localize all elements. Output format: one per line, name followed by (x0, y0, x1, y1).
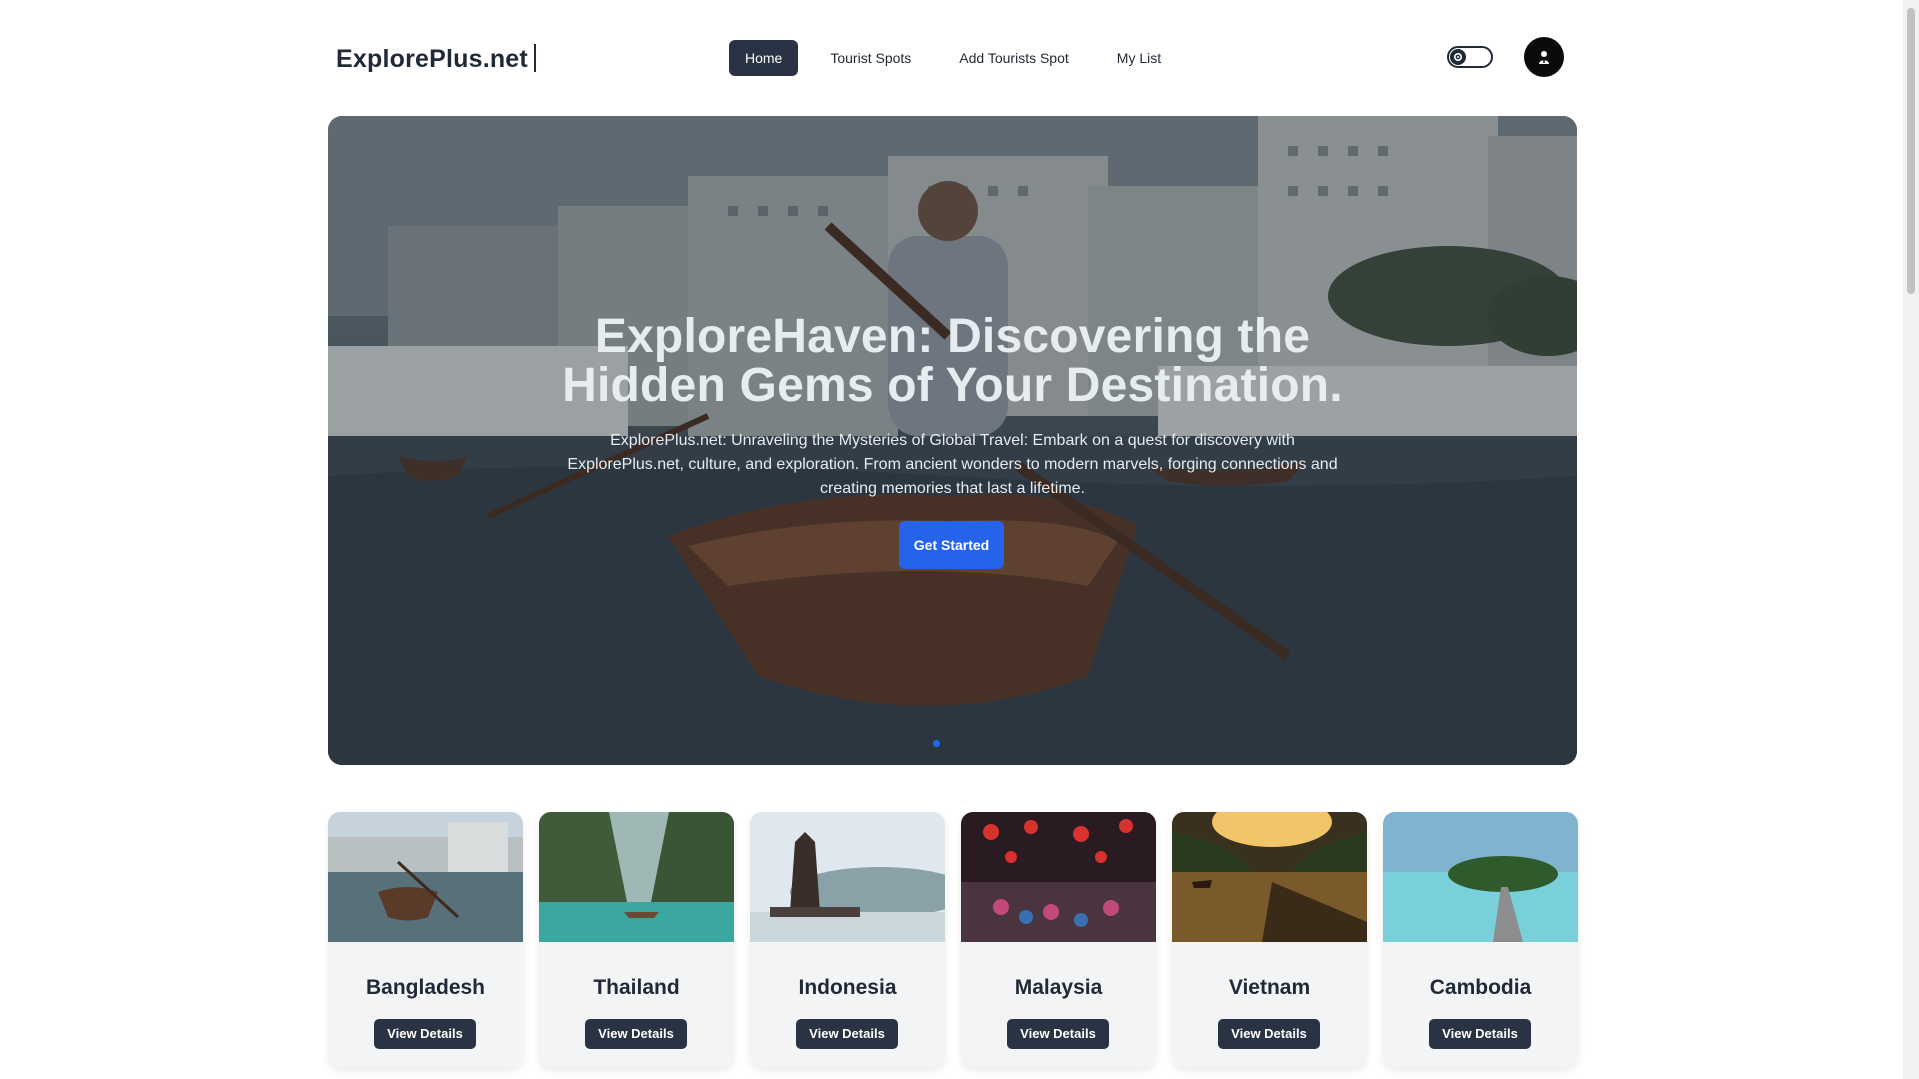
country-card-indonesia: Indonesia View Details (750, 812, 945, 1067)
country-image-cambodia (1383, 812, 1578, 942)
country-image-indonesia (750, 812, 945, 942)
country-name: Malaysia (1014, 976, 1103, 999)
user-avatar[interactable] (1524, 37, 1564, 77)
get-started-button[interactable]: Get Started (899, 521, 1004, 569)
country-card-bangladesh: Bangladesh View Details (328, 812, 523, 1067)
scrollbar-thumb[interactable] (1907, 8, 1915, 294)
country-image-malaysia (961, 812, 1156, 942)
view-details-button[interactable]: View Details (1218, 1019, 1320, 1049)
country-cards: Bangladesh View Details Thailand View De… (328, 812, 1578, 1067)
view-details-button[interactable]: View Details (1429, 1019, 1531, 1049)
country-name: Vietnam (1228, 976, 1311, 999)
nav-item-add-tourists-spot[interactable]: Add Tourists Spot (943, 40, 1084, 76)
country-name: Bangladesh (365, 976, 486, 999)
nav-item-home[interactable]: Home (729, 40, 799, 76)
country-name: Thailand (593, 976, 680, 999)
hero-title-line-1: ExploreHaven: Discovering the (594, 310, 1311, 363)
user-icon (1539, 51, 1549, 64)
brand-name: ExplorePlus.net (336, 45, 528, 73)
country-image-thailand (539, 812, 734, 942)
country-card-vietnam: Vietnam View Details (1172, 812, 1367, 1067)
brand-caret (533, 44, 536, 72)
carousel-indicator[interactable] (933, 740, 940, 747)
brand-logo[interactable]: ExplorePlus.net (336, 44, 536, 74)
gear-icon (1450, 49, 1466, 65)
nav-item-my-list[interactable]: My List (1101, 40, 1177, 76)
view-details-button[interactable]: View Details (796, 1019, 898, 1049)
country-card-cambodia: Cambodia View Details (1383, 812, 1578, 1067)
view-details-button[interactable]: View Details (374, 1019, 476, 1049)
country-image-bangladesh (328, 812, 523, 942)
navbar: ExplorePlus.net Home Tourist Spots Add T… (328, 32, 1577, 84)
hero-description: ExplorePlus.net: Unraveling the Mysterie… (567, 432, 1338, 497)
country-card-thailand: Thailand View Details (539, 812, 734, 1067)
nav-item-tourist-spots[interactable]: Tourist Spots (814, 40, 927, 76)
page: ExplorePlus.net Home Tourist Spots Add T… (0, 0, 1919, 1079)
main-nav: Home Tourist Spots Add Tourists Spot My … (729, 40, 1193, 76)
hero-banner: ExploreHaven: Discovering the Hidden Gem… (328, 116, 1577, 765)
page-scrollbar[interactable] (1903, 0, 1919, 1079)
hero-title-line-2: Hidden Gems of Your Destination. (562, 359, 1343, 412)
view-details-button[interactable]: View Details (585, 1019, 687, 1049)
country-card-malaysia: Malaysia View Details (961, 812, 1156, 1067)
country-image-vietnam (1172, 812, 1367, 942)
country-name: Cambodia (1429, 976, 1532, 999)
country-name: Indonesia (798, 976, 897, 999)
view-details-button[interactable]: View Details (1007, 1019, 1109, 1049)
theme-toggle[interactable] (1447, 46, 1493, 68)
hero-title: ExploreHaven: Discovering the Hidden Gem… (328, 312, 1577, 410)
